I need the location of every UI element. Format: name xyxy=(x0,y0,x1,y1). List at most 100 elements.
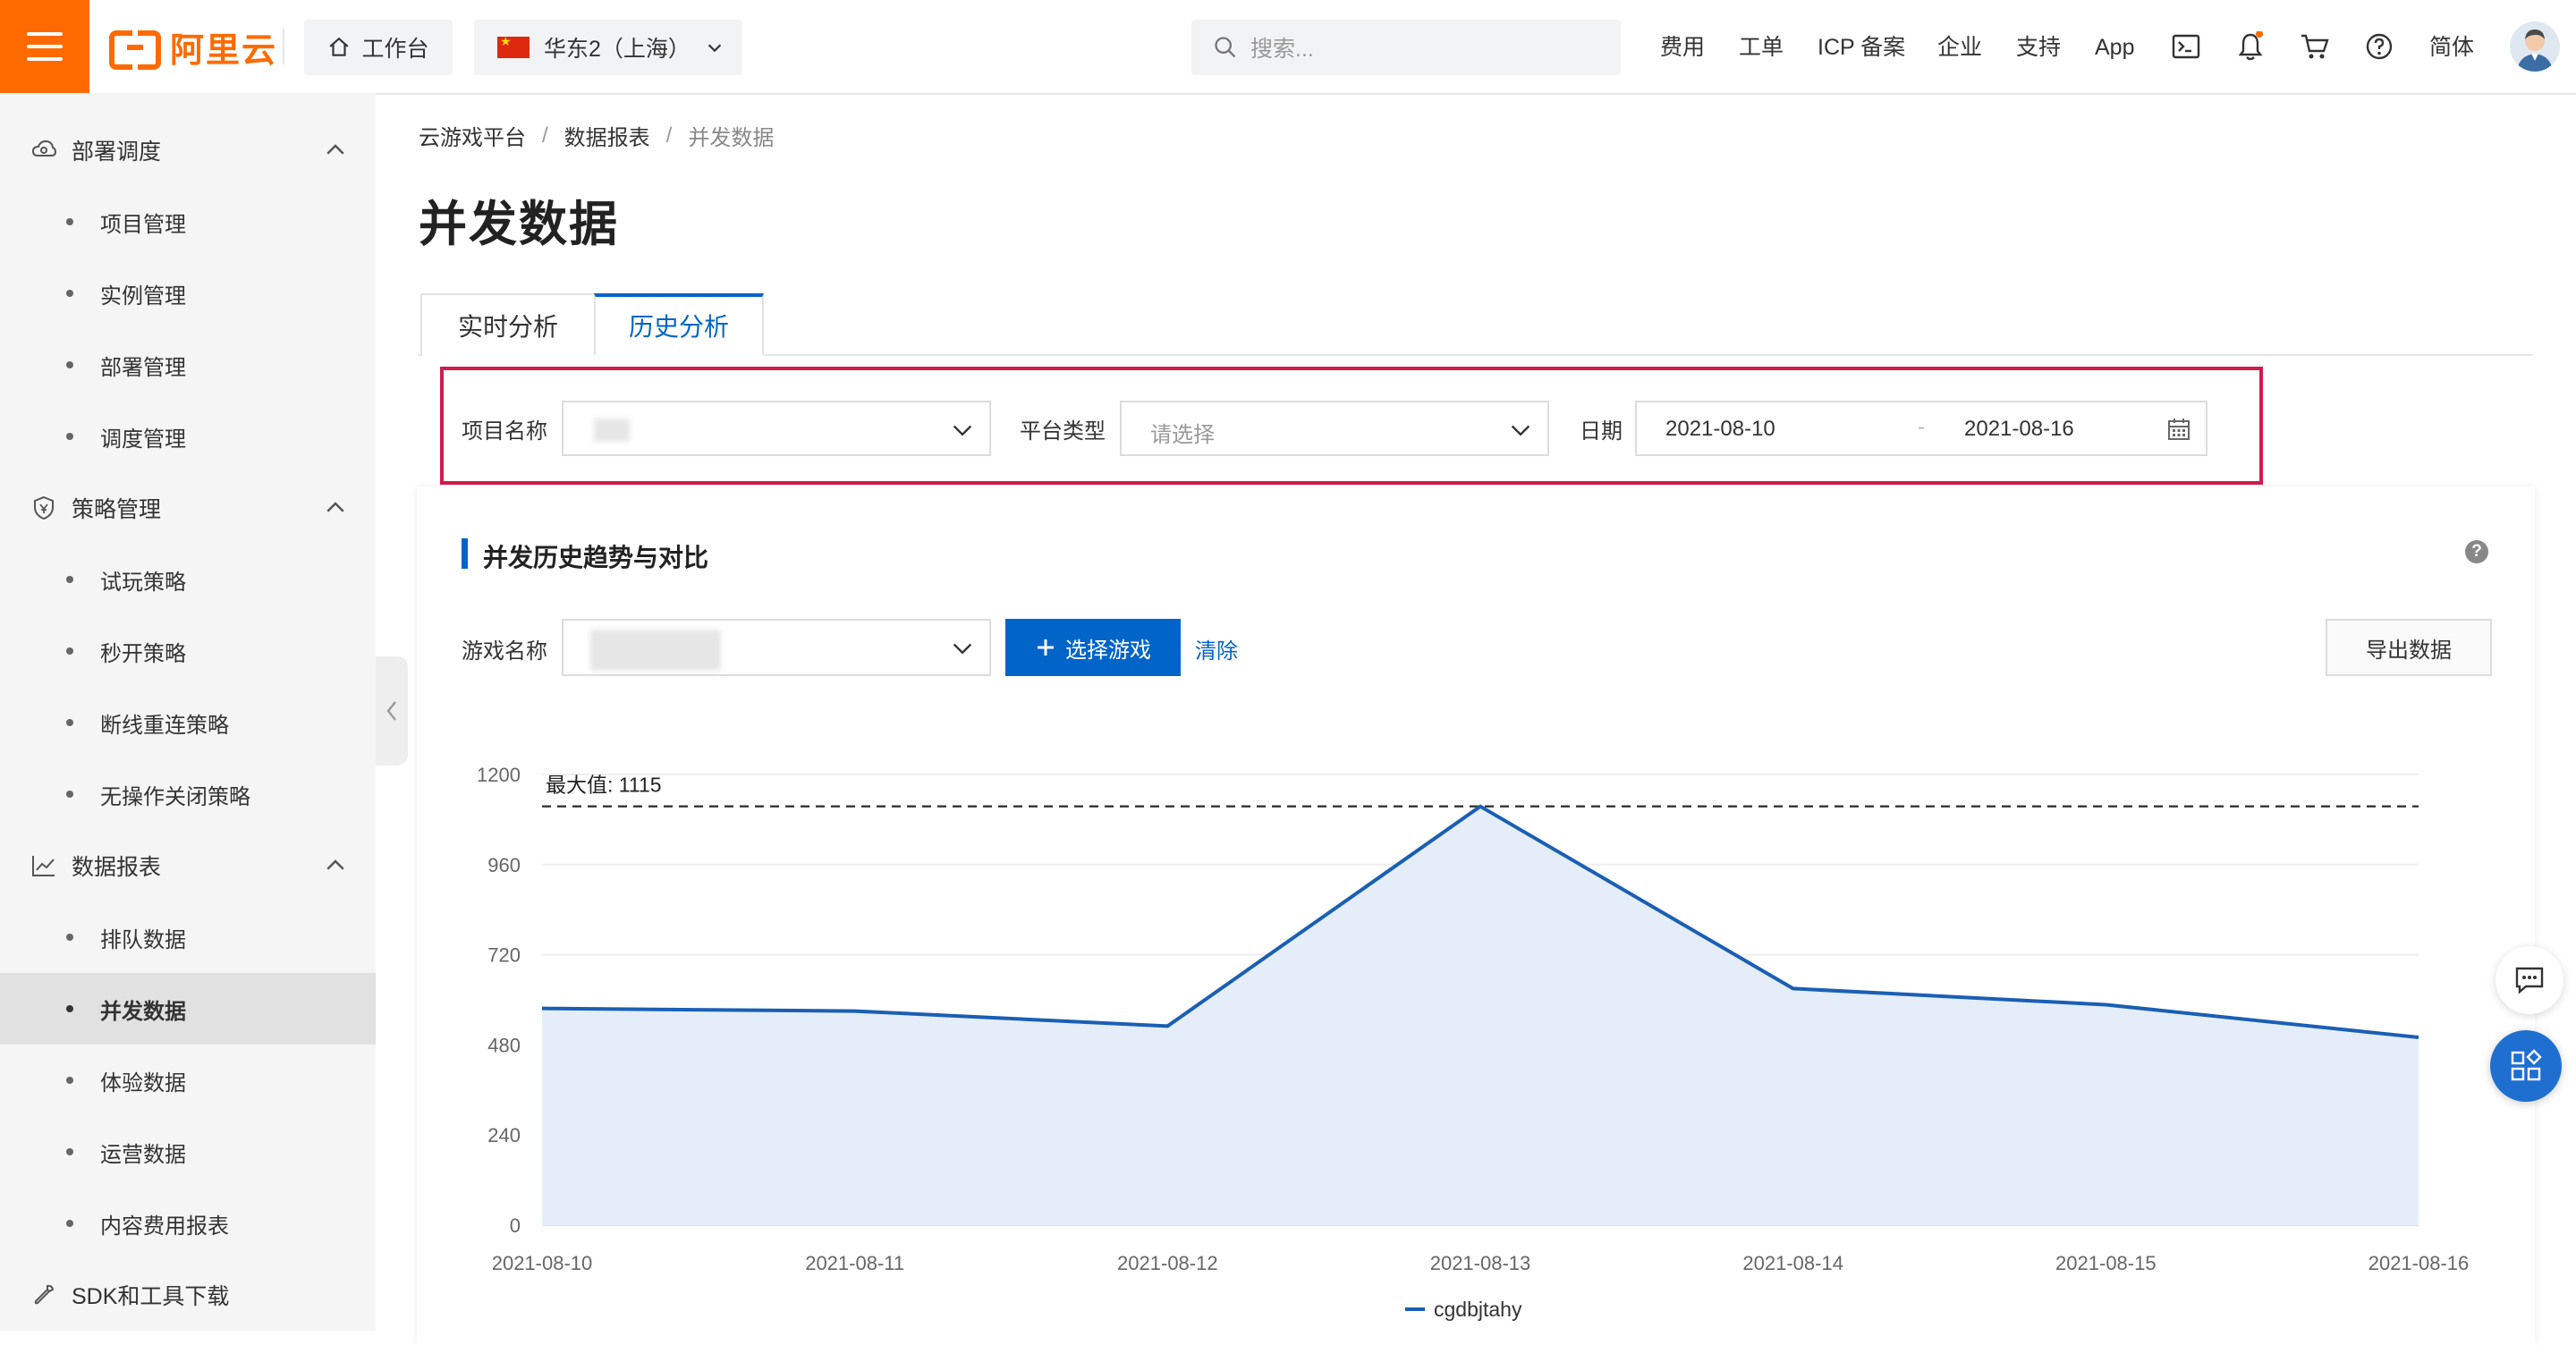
game-select[interactable] xyxy=(562,619,991,676)
nav-enterprise[interactable]: 企业 xyxy=(1937,25,1982,70)
sidebar-item-schedule-mgmt[interactable]: 调度管理 xyxy=(0,401,376,472)
chevron-down-icon xyxy=(705,38,724,57)
chat-float-button[interactable] xyxy=(2496,946,2563,1014)
sidebar-item-label: 秒开策略 xyxy=(100,636,186,667)
sidebar-group-label: 部署调度 xyxy=(72,134,161,166)
chart-legend[interactable]: cgdbjtahy xyxy=(1405,1298,1522,1321)
y-tick-label: 960 xyxy=(487,854,521,876)
cloud-icon xyxy=(30,137,57,164)
sidebar-item-operations-data[interactable]: 运营数据 xyxy=(0,1116,376,1188)
sidebar-item-content-cost-report[interactable]: 内容费用报表 xyxy=(0,1188,376,1259)
sidebar-group-reports[interactable]: 数据报表 xyxy=(0,830,376,901)
wrench-icon xyxy=(30,1282,57,1308)
nav-app[interactable]: App xyxy=(2095,25,2134,70)
sidebar-item-queue-data[interactable]: 排队数据 xyxy=(0,901,376,973)
sidebar-collapse-handle[interactable] xyxy=(376,656,408,766)
sidebar-item-deploy-mgmt[interactable]: 部署管理 xyxy=(0,329,376,401)
cart-icon[interactable] xyxy=(2299,30,2331,63)
sidebar-item-reconnect-policy[interactable]: 断线重连策略 xyxy=(0,687,376,758)
date-label: 日期 xyxy=(1580,413,1623,444)
question-icon[interactable]: ? xyxy=(2465,540,2488,563)
chevron-down-icon xyxy=(1508,417,1533,442)
bell-icon[interactable] xyxy=(2234,30,2267,63)
legend-label[interactable]: cgdbjtahy xyxy=(1434,1298,1522,1321)
sidebar-item-label: 体验数据 xyxy=(100,1065,186,1096)
chevron-up-icon xyxy=(322,852,349,879)
header-divider xyxy=(283,29,284,64)
platform-placeholder: 请选择 xyxy=(1150,417,1215,448)
help-circle-icon[interactable] xyxy=(2363,30,2395,63)
x-tick-label: 2021-08-12 xyxy=(1117,1252,1218,1274)
concurrency-area-chart: 最大值: 1115 02404807209601200 2021-08-1020… xyxy=(447,751,2504,1331)
sidebar-item-label: 试玩策略 xyxy=(100,564,186,596)
sidebar-item-project-mgmt[interactable]: 项目管理 xyxy=(0,186,376,258)
tab-realtime[interactable]: 实时分析 xyxy=(420,293,596,356)
redacted-project-name xyxy=(594,419,630,442)
terminal-icon[interactable] xyxy=(2170,30,2202,63)
region-label: 华东2（上海） xyxy=(544,31,691,63)
date-end[interactable]: 2021-08-16 xyxy=(1964,417,2074,442)
breadcrumb-separator: / xyxy=(542,123,548,148)
export-data-button[interactable]: 导出数据 xyxy=(2326,619,2492,676)
nav-icp[interactable]: ICP 备案 xyxy=(1818,25,1905,70)
search-input[interactable]: 搜索... xyxy=(1191,20,1621,75)
aliyun-logo-mark-icon xyxy=(109,30,161,63)
sidebar-item-label: 断线重连策略 xyxy=(100,707,229,739)
language-switch[interactable]: 简体 xyxy=(2429,25,2474,70)
workbench-button[interactable]: 工作台 xyxy=(304,20,453,75)
sidebar-group-label: 数据报表 xyxy=(72,850,161,882)
breadcrumb-separator: / xyxy=(666,123,673,148)
chevron-up-icon xyxy=(322,495,349,521)
sidebar-group-deploy[interactable]: 部署调度 xyxy=(0,114,376,186)
sidebar-item-idle-close-policy[interactable]: 无操作关闭策略 xyxy=(0,758,376,830)
apps-grid-icon xyxy=(2509,1049,2543,1083)
user-avatar[interactable] xyxy=(2510,21,2560,72)
breadcrumb-item[interactable]: 数据报表 xyxy=(564,120,650,151)
area-fill xyxy=(542,807,2419,1225)
shield-icon xyxy=(30,495,57,521)
breadcrumb-current: 并发数据 xyxy=(688,120,774,151)
x-tick-label: 2021-08-10 xyxy=(492,1252,593,1274)
clear-link[interactable]: 清除 xyxy=(1195,633,1238,664)
sidebar-sdk-download[interactable]: SDK和工具下载 xyxy=(0,1259,376,1331)
game-label: 游戏名称 xyxy=(462,633,547,664)
nav-billing[interactable]: 费用 xyxy=(1660,25,1705,70)
sidebar-item-trial-policy[interactable]: 试玩策略 xyxy=(0,544,376,615)
date-range-picker[interactable]: 2021-08-10 - 2021-08-16 xyxy=(1635,401,2207,456)
tab-history[interactable]: 历史分析 xyxy=(594,293,764,356)
date-separator: - xyxy=(1918,415,1925,440)
sidebar-group-policy[interactable]: 策略管理 xyxy=(0,472,376,544)
date-start[interactable]: 2021-08-10 xyxy=(1665,417,1775,442)
sidebar-item-concurrency-data[interactable]: 并发数据 xyxy=(0,973,376,1045)
y-tick-label: 1200 xyxy=(477,764,521,786)
platform-select[interactable]: 请选择 xyxy=(1120,401,1549,456)
platform-label: 平台类型 xyxy=(1020,413,1106,444)
search-placeholder: 搜索... xyxy=(1250,31,1314,63)
region-selector[interactable]: 华东2（上海） xyxy=(474,20,742,75)
redacted-game-name xyxy=(590,630,721,671)
chart-max-line: 最大值: 1115 xyxy=(542,774,2419,807)
workbench-label: 工作台 xyxy=(361,31,428,63)
apps-float-button[interactable] xyxy=(2490,1030,2562,1102)
sidebar-item-experience-data[interactable]: 体验数据 xyxy=(0,1045,376,1116)
select-game-button[interactable]: 选择游戏 xyxy=(1005,619,1181,676)
x-tick-label: 2021-08-16 xyxy=(2368,1252,2470,1274)
aliyun-logo[interactable]: 阿里云 xyxy=(109,27,277,66)
sidebar-footer-label: SDK和工具下载 xyxy=(72,1279,229,1311)
sidebar-item-label: 无操作关闭策略 xyxy=(100,779,250,810)
sidebar-item-instant-policy[interactable]: 秒开策略 xyxy=(0,615,376,687)
breadcrumb: 云游戏平台 / 数据报表 / 并发数据 xyxy=(419,120,774,151)
breadcrumb-item[interactable]: 云游戏平台 xyxy=(419,120,526,151)
hamburger-menu-button[interactable] xyxy=(0,0,89,93)
project-select[interactable] xyxy=(562,401,991,456)
sidebar-item-label: 实例管理 xyxy=(100,278,186,309)
nav-support[interactable]: 支持 xyxy=(2016,25,2061,70)
logo-text: 阿里云 xyxy=(170,22,277,72)
x-tick-label: 2021-08-11 xyxy=(805,1252,904,1274)
chevron-left-icon xyxy=(384,698,400,723)
y-tick-label: 240 xyxy=(487,1124,521,1146)
x-tick-label: 2021-08-15 xyxy=(2055,1252,2157,1274)
nav-tickets[interactable]: 工单 xyxy=(1739,25,1784,70)
sidebar-item-label: 部署管理 xyxy=(100,350,186,381)
sidebar-item-instance-mgmt[interactable]: 实例管理 xyxy=(0,258,376,329)
